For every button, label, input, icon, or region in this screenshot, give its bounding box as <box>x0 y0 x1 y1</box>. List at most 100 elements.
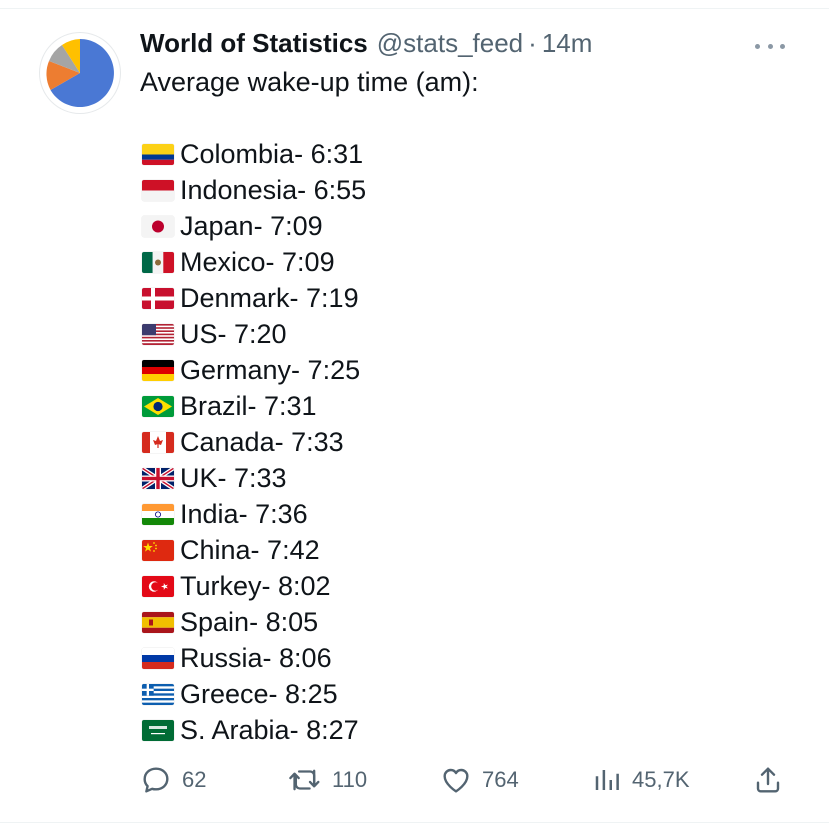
country-name: Canada <box>180 427 275 457</box>
country-name: Spain <box>180 607 250 637</box>
dash: - <box>253 211 271 241</box>
tweet-text: Average wake-up time (am): Colombia - 6:3… <box>140 64 479 748</box>
heart-icon <box>443 768 469 793</box>
dash: - <box>289 715 307 745</box>
more-dots-icon <box>767 43 773 49</box>
list-item: Indonesia - 6:55 <box>140 172 479 208</box>
country-name: Russia <box>180 643 263 673</box>
list-item: S. Arabia - 8:27 <box>140 712 479 748</box>
country-name: Denmark <box>180 283 290 313</box>
indonesia-flag-icon <box>142 179 174 201</box>
canada-flag-icon <box>142 431 174 453</box>
pie-chart-avatar-icon <box>46 39 114 107</box>
list-item: Turkey - 8:02 <box>140 568 479 604</box>
us-flag-icon <box>142 323 174 345</box>
list-item: Greece - 8:25 <box>140 676 479 712</box>
dash: - <box>249 607 266 637</box>
dash: - <box>250 535 268 565</box>
list-item: Russia - 8:06 <box>140 640 479 676</box>
list-item: India - 7:36 <box>140 496 479 532</box>
more-button[interactable] <box>755 36 785 56</box>
wake-time: 8:27 <box>306 715 359 745</box>
list-item: UK - 7:33 <box>140 460 479 496</box>
views-button[interactable]: 45,7K <box>592 760 690 800</box>
india-flag-icon <box>142 503 174 525</box>
more-dots-icon <box>780 43 785 49</box>
like-button[interactable]: 764 <box>440 760 519 800</box>
list-item: Colombia - 6:31 <box>140 136 479 172</box>
list-item: Germany - 7:25 <box>140 352 479 388</box>
dash: - <box>297 175 314 205</box>
author-handle[interactable]: @stats_feed <box>377 28 523 59</box>
country-name: Brazil <box>180 391 248 421</box>
country-name: Mexico <box>180 247 266 277</box>
country-name: US <box>180 319 218 349</box>
list-item: Denmark - 7:19 <box>140 280 479 316</box>
dash: - <box>247 391 265 421</box>
wake-time: 7:09 <box>282 247 335 277</box>
reply-button[interactable]: 62 <box>140 760 206 800</box>
wake-time: 7:36 <box>255 499 308 529</box>
retweet-icon <box>289 769 320 791</box>
uk-flag-icon <box>142 467 174 489</box>
bottom-divider <box>0 822 829 823</box>
germany-flag-icon <box>142 359 174 381</box>
country-name: Germany <box>180 355 292 385</box>
wake-time: 8:06 <box>279 643 332 673</box>
wake-time: 6:55 <box>313 175 367 205</box>
colombia-flag-icon <box>142 143 174 165</box>
dash: - <box>289 283 307 313</box>
dash: - <box>262 643 280 673</box>
brazil-flag-icon <box>142 395 174 417</box>
wake-time: 7:33 <box>234 463 287 493</box>
tweet-intro: Average wake-up time (am): <box>140 67 479 97</box>
dash: - <box>291 355 308 385</box>
russia-flag-icon <box>142 647 174 669</box>
dash: - <box>217 463 235 493</box>
like-count: 764 <box>482 767 519 792</box>
list-item: China - 7:42 <box>140 532 479 568</box>
wake-time: 7:19 <box>306 283 359 313</box>
views-bar-icon <box>595 770 619 790</box>
retweet-count: 110 <box>332 767 368 792</box>
timestamp[interactable]: 14m <box>542 28 593 59</box>
more-dots-icon <box>755 43 760 49</box>
share-button[interactable] <box>752 760 784 800</box>
country-name: S. Arabia <box>180 715 290 745</box>
china-flag-icon <box>142 539 174 561</box>
wake-time: 7:42 <box>267 535 320 565</box>
turkey-flag-icon <box>142 575 174 597</box>
views-count: 45,7K <box>632 767 690 792</box>
reply-icon <box>143 767 169 793</box>
wake-time: 8:02 <box>278 571 331 601</box>
country-name: India <box>180 499 239 529</box>
country-name: Indonesia <box>180 175 298 205</box>
list-item: Mexico - 7:09 <box>140 244 479 280</box>
wake-time: 7:25 <box>307 355 361 385</box>
wake-time: 7:31 <box>264 391 317 421</box>
country-name: Greece <box>180 679 269 709</box>
country-name: Colombia <box>180 139 295 169</box>
wake-time: 8:25 <box>285 679 338 709</box>
retweet-button[interactable]: 110 <box>288 760 367 800</box>
top-divider <box>0 8 829 9</box>
avatar[interactable] <box>40 33 120 113</box>
denmark-flag-icon <box>142 287 174 309</box>
wake-time: 7:20 <box>234 319 287 349</box>
dash: - <box>294 139 311 169</box>
country-name: China <box>180 535 251 565</box>
country-name: Turkey <box>180 571 262 601</box>
tweet-header: World of Statistics @stats_feed · 14m <box>140 28 592 60</box>
greece-flag-icon <box>142 683 174 705</box>
list-item: Japan - 7:09 <box>140 208 479 244</box>
wake-time: 7:09 <box>270 211 323 241</box>
wake-time: 6:31 <box>310 139 364 169</box>
separator-dot: · <box>528 28 537 58</box>
author-name[interactable]: World of Statistics <box>140 28 368 59</box>
tweet-card: World of Statistics @stats_feed · 14m Av… <box>0 0 829 825</box>
mexico-flag-icon <box>142 251 174 273</box>
list-item: Spain - 8:05 <box>140 604 479 640</box>
dash: - <box>217 319 235 349</box>
wake-time: 8:05 <box>265 607 319 637</box>
